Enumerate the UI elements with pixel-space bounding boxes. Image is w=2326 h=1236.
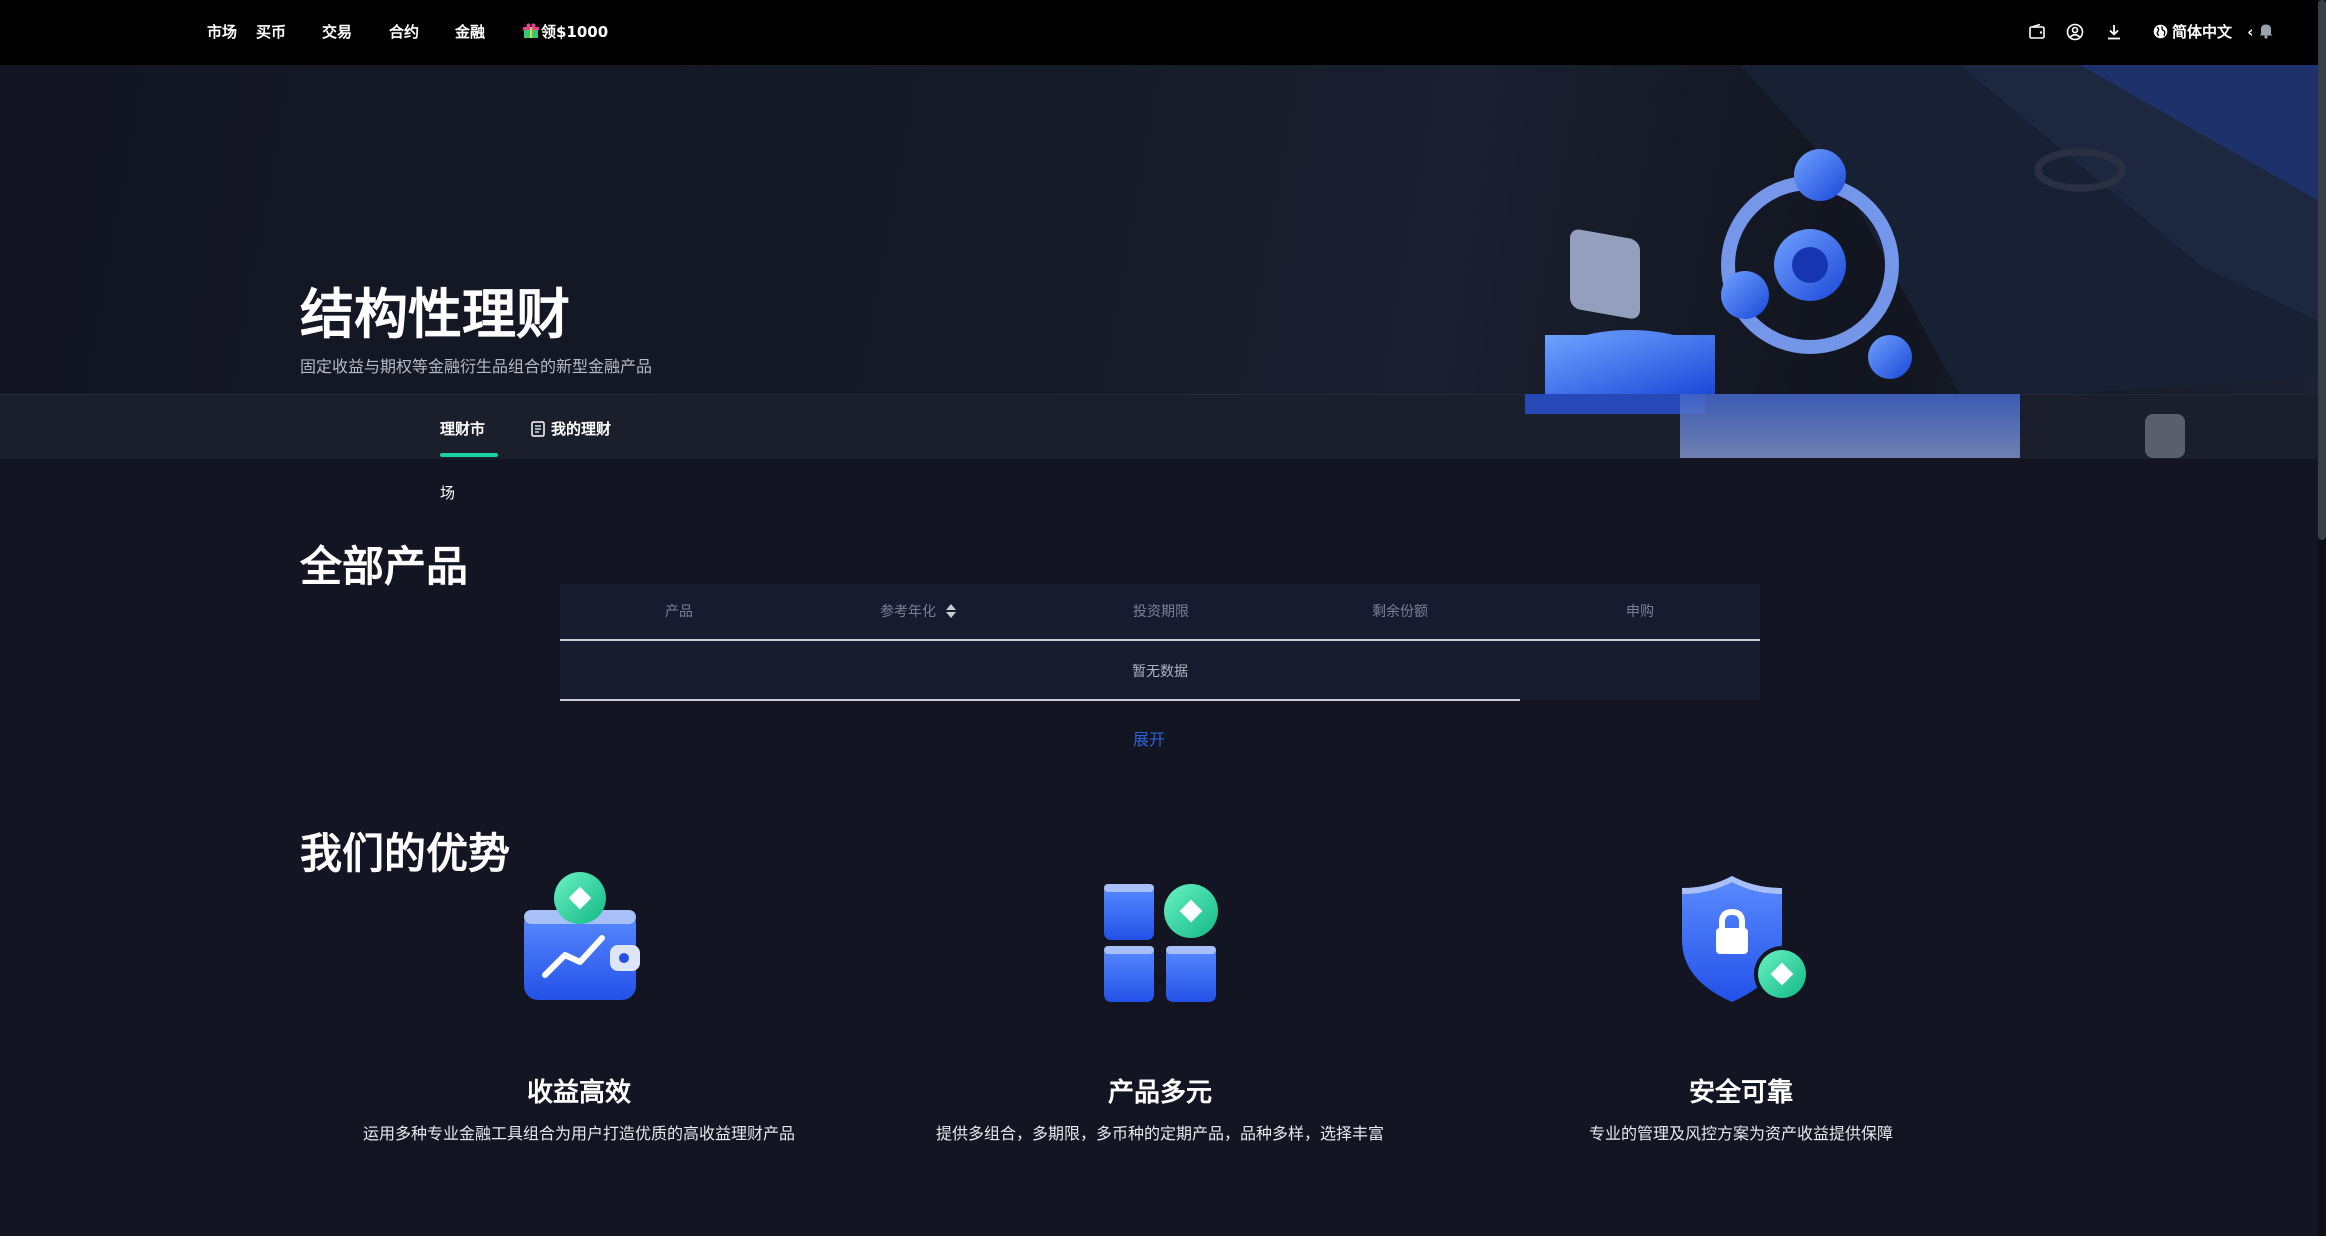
tab-finance-market[interactable]: 理财市 [440,418,485,439]
chevron-left-icon: ‹ [2247,23,2254,41]
tab-my-finance[interactable]: 我的理财 [531,418,611,439]
document-icon [531,421,545,437]
grid-coin-icon [1104,884,1218,1002]
promo-label: 领$1000 [541,23,609,41]
column-header-remaining: 剩余份额 [1372,604,1428,620]
globe-icon [2153,24,2168,39]
page-subtitle: 固定收益与期权等金融衍生品组合的新型金融产品 [300,357,653,376]
tab-my-finance-label: 我的理财 [551,420,612,438]
nav-trade[interactable]: 交易 [322,21,352,43]
nav-buy-crypto[interactable]: 买币 [256,21,286,43]
wallet-coin-icon [524,872,640,1000]
bell-icon[interactable] [2256,20,2276,40]
page-title: 结构性理财 [300,283,570,346]
download-icon[interactable] [2104,22,2124,42]
products-section-title: 全部产品 [300,542,469,591]
column-header-annual-yield[interactable]: 参考年化 [880,601,957,621]
hero-illustration [1545,65,2326,395]
nav-promo[interactable]: 领$1000 [523,21,608,43]
nav-contract[interactable]: 合约 [389,21,419,43]
advantage-desc-yield: 运用多种专业金融工具组合为用户打造优质的高收益理财产品 [362,1124,795,1143]
advantage-title-yield: 收益高效 [526,1078,631,1108]
advantage-desc-secure: 专业的管理及风控方案为资产收益提供保障 [1588,1124,1893,1143]
top-navigation-bar: 市场 买币 交易 合约 金融 领$1000 简体中文 ‹ [0,0,2326,65]
active-tab-indicator [440,453,498,457]
column-header-product: 产品 [665,604,693,620]
shield-lock-icon [1682,876,1810,1002]
expand-button[interactable]: 展开 [1133,726,1165,750]
column-header-subscribe: 申购 [1626,604,1654,620]
products-table: 产品 参考年化 投资期限 剩余份额 申购 暂无数据 [560,584,1760,701]
advantage-title-diverse: 产品多元 [1107,1078,1212,1108]
sort-icon[interactable] [946,604,957,618]
hero-banner: 结构性理财 固定收益与期权等金融衍生品组合的新型金融产品 [0,65,2326,395]
language-selector[interactable]: 简体中文 ‹ [2152,21,2253,43]
table-bottom-divider [560,699,1520,701]
wallet-icon[interactable] [2027,22,2047,42]
advantage-title-secure: 安全可靠 [1688,1078,1793,1108]
empty-state-text: 暂无数据 [1132,664,1188,680]
hero-illustration-base [1525,394,2325,458]
user-icon[interactable] [2065,22,2085,42]
table-divider [560,639,1760,641]
column-header-annual-yield-label: 参考年化 [880,604,936,620]
page-scrollbar-thumb[interactable] [2318,0,2326,540]
advantage-desc-diverse: 提供多组合，多期限，多币种的定期产品，品种多样，选择丰富 [935,1124,1384,1143]
language-label: 简体中文 [2172,23,2233,41]
advantages-section-title: 我们的优势 [300,829,511,878]
gift-icon [523,23,539,38]
tab-finance-market-wrap: 场 [440,484,456,502]
nav-finance[interactable]: 金融 [455,21,485,43]
nav-market[interactable]: 市场 [207,21,237,43]
column-header-term: 投资期限 [1133,604,1189,620]
